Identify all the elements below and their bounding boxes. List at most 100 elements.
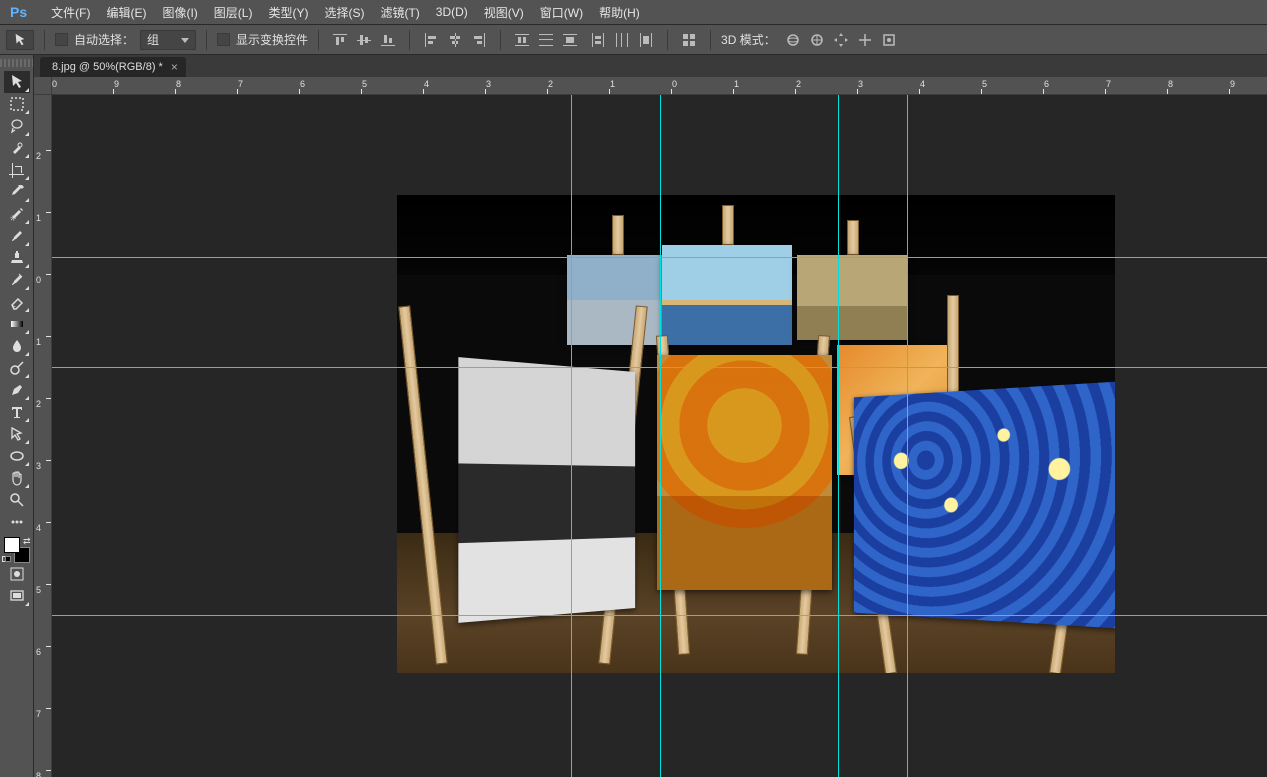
distribute-hcenter-icon[interactable] (611, 29, 633, 51)
ruler-vertical[interactable]: 21012345678 (34, 95, 52, 777)
workspace: 8.jpg @ 50%(RGB/8) * × 09876543210123456… (34, 55, 1267, 777)
menubar: Ps 文件(F) 编辑(E) 图像(I) 图层(L) 类型(Y) 选择(S) 滤… (0, 0, 1267, 25)
hand-tool[interactable] (4, 467, 30, 489)
separator (409, 30, 410, 50)
guide-horizontal[interactable] (52, 257, 1267, 258)
ruler-tick: 8 (176, 79, 181, 89)
move-tool-icon (13, 33, 27, 47)
quick-select-tool[interactable] (4, 137, 30, 159)
3d-pan-icon[interactable] (830, 29, 852, 51)
menu-help[interactable]: 帮助(H) (591, 0, 648, 25)
auto-select-dropdown[interactable]: 组 (140, 30, 196, 50)
menu-filter[interactable]: 滤镜(T) (372, 0, 427, 25)
active-tool-indicator[interactable] (6, 30, 34, 50)
distribute-left-icon[interactable] (587, 29, 609, 51)
toolbox: ⇄ (0, 55, 34, 777)
options-bar: 自动选择： 组 显示变换控件 3D 模式： (0, 25, 1267, 55)
move-tool[interactable] (4, 71, 30, 93)
type-tool[interactable] (4, 401, 30, 423)
color-swatches[interactable]: ⇄ (4, 537, 30, 563)
guide-vertical[interactable] (838, 95, 839, 777)
lasso-tool[interactable] (4, 115, 30, 137)
pen-tool[interactable] (4, 379, 30, 401)
ruler-tick: 7 (36, 709, 41, 719)
menu-file[interactable]: 文件(F) (43, 0, 98, 25)
guide-horizontal[interactable] (52, 615, 1267, 616)
align-right-icon[interactable] (468, 29, 490, 51)
history-brush-tool[interactable] (4, 269, 30, 291)
align-center-icon[interactable] (444, 29, 466, 51)
ruler-tick: 5 (982, 79, 987, 89)
guide-vertical[interactable] (907, 95, 908, 777)
swap-colors-icon[interactable]: ⇄ (23, 536, 31, 547)
align-middle-icon[interactable] (353, 29, 375, 51)
align-h-group (420, 29, 490, 51)
document-canvas[interactable] (397, 195, 1115, 673)
shape-tool[interactable] (4, 445, 30, 467)
blur-tool[interactable] (4, 335, 30, 357)
edit-toolbar[interactable] (4, 511, 30, 533)
align-edge-group (329, 29, 399, 51)
gradient-tool[interactable] (4, 313, 30, 335)
guide-vertical[interactable] (571, 95, 572, 777)
ruler-tick: 7 (238, 79, 243, 89)
clone-stamp-tool[interactable] (4, 247, 30, 269)
ruler-tick: 1 (610, 79, 615, 89)
eyedropper-tool[interactable] (4, 181, 30, 203)
3d-orbit-icon[interactable] (782, 29, 804, 51)
3d-slide-icon[interactable] (854, 29, 876, 51)
document-tab[interactable]: 8.jpg @ 50%(RGB/8) * × (40, 57, 186, 77)
separator (710, 30, 711, 50)
quick-mask-tool[interactable] (4, 563, 30, 585)
separator (206, 30, 207, 50)
ruler-tick: 7 (1106, 79, 1111, 89)
distribute-bottom-icon[interactable] (559, 29, 581, 51)
distribute-right-icon[interactable] (635, 29, 657, 51)
close-tab-icon[interactable]: × (171, 60, 178, 74)
distribute-top-icon[interactable] (511, 29, 533, 51)
auto-select-label: 自动选择： (74, 31, 134, 48)
ruler-horizontal[interactable]: 0987654321012345678910 (52, 77, 1267, 95)
auto-align-icon[interactable] (678, 29, 700, 51)
3d-scale-icon[interactable] (878, 29, 900, 51)
guide-vertical[interactable] (660, 95, 661, 777)
screen-mode-tool[interactable] (4, 585, 30, 607)
menu-image[interactable]: 图像(I) (154, 0, 205, 25)
marquee-tool[interactable] (4, 93, 30, 115)
ruler-tick: 6 (300, 79, 305, 89)
healing-brush-tool[interactable] (4, 203, 30, 225)
align-top-icon[interactable] (329, 29, 351, 51)
3d-roll-icon[interactable] (806, 29, 828, 51)
ruler-tick: 2 (36, 399, 41, 409)
auto-select-checkbox[interactable] (55, 33, 68, 46)
distribute-group (511, 29, 581, 51)
menu-edit[interactable]: 编辑(E) (98, 0, 154, 25)
ruler-tick: 0 (36, 275, 41, 285)
menu-layer[interactable]: 图层(L) (206, 0, 261, 25)
menu-3d[interactable]: 3D(D) (428, 1, 476, 23)
image-content (397, 195, 1115, 673)
ruler-origin[interactable] (34, 77, 52, 95)
ruler-tick: 1 (734, 79, 739, 89)
ruler-tick: 3 (36, 461, 41, 471)
dodge-tool[interactable] (4, 357, 30, 379)
ruler-tick: 5 (362, 79, 367, 89)
distribute-vcenter-icon[interactable] (535, 29, 557, 51)
brush-tool[interactable] (4, 225, 30, 247)
foreground-color[interactable] (4, 537, 20, 553)
menu-window[interactable]: 窗口(W) (532, 0, 591, 25)
guide-horizontal[interactable] (52, 367, 1267, 368)
show-transform-checkbox[interactable] (217, 33, 230, 46)
path-select-tool[interactable] (4, 423, 30, 445)
menu-view[interactable]: 视图(V) (476, 0, 532, 25)
align-bottom-icon[interactable] (377, 29, 399, 51)
ruler-tick: 4 (424, 79, 429, 89)
menu-select[interactable]: 选择(S) (316, 0, 372, 25)
zoom-tool[interactable] (4, 489, 30, 511)
toolbox-grip[interactable] (0, 59, 33, 67)
crop-tool[interactable] (4, 159, 30, 181)
align-left-icon[interactable] (420, 29, 442, 51)
eraser-tool[interactable] (4, 291, 30, 313)
canvas-area: 0987654321012345678910 21012345678 (34, 77, 1267, 777)
menu-type[interactable]: 类型(Y) (260, 0, 316, 25)
